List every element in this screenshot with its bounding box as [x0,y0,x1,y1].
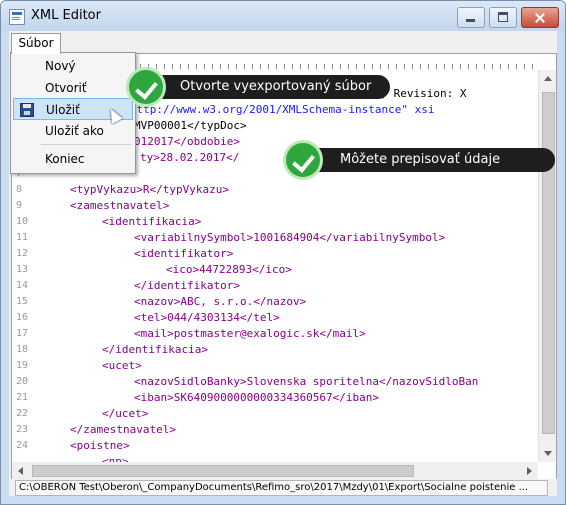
maximize-button[interactable] [489,7,517,28]
callout-open-file: Otvorte vyexportovaný súbor [150,75,390,99]
scroll-left-arrow-icon[interactable] [12,462,29,479]
code-text: <identifikator> [134,247,234,260]
code-text: <variabilnySymbol>1001684904</variabilny… [134,231,446,244]
minimize-button[interactable] [457,7,485,28]
code-text: <ico>44722893</ico> [166,263,292,276]
code-text: i="http://www.w3.org/2001/XMLSchema-inst… [110,103,435,116]
code-text: </identifikator> [134,279,240,292]
code-text: <nazovSidloBanky>Slovenska sporitelna</n… [134,375,479,388]
code-text: 012017</obdobie> [134,135,240,148]
code-text: </ucet> [102,407,149,420]
callout-text: Môžete prepisovať údaje [340,152,501,167]
code-line: 16 <mail>postmaster@exalogic.sk</mail> [12,294,366,340]
window-title: XML Editor [31,8,101,23]
status-file-path: C:\OBERON Test\Oberon\_CompanyDocuments\… [15,480,548,496]
code-line: 9 <identifikacia> [12,182,201,228]
callout-edit-data: Môžete prepisovať údaje [300,148,555,172]
menu-item-label: Otvoriť [45,81,87,95]
menu-item-label: Uložiť ako [45,124,104,138]
title-bar: XML Editor [1,1,565,31]
menu-item-label: Koniec [45,152,85,166]
menu-item-label: Nový [45,59,76,73]
code-line: 23 <poistne> [12,406,130,452]
callout-text: Otvorte vyexportovaný súbor [180,79,372,94]
code-text: <poistne> [70,439,130,452]
close-button[interactable] [521,7,559,28]
scroll-right-arrow-icon[interactable] [521,462,538,479]
code-text: <typVykazu>R</typVykazu> [70,183,229,196]
save-icon [20,103,34,117]
menu-subor[interactable]: Súbor [11,33,61,54]
code-text: </zamestnavatel> [70,423,176,436]
code-text: </identifikacia> [102,343,208,356]
menu-item-novy[interactable]: Nový [13,55,133,77]
menu-item-ulozit-ako[interactable]: Uložiť ako [13,120,133,142]
code-text: <identifikacia> [102,215,202,228]
code-text: <ucet> [102,359,142,372]
horizontal-scroll-thumb[interactable] [32,465,414,477]
code-text: <iban>SK6409000000000334360567</iban> [134,391,380,404]
menu-bar: Súbor [9,31,557,54]
menu-separator [41,144,131,145]
line-number: 24 [16,440,29,451]
code-line: 17 </identifikacia> [12,310,208,356]
horizontal-scrollbar[interactable] [12,462,538,479]
code-line: 10 <variabilnySymbol>1001684904</variabi… [12,198,445,244]
code-line: 13 </identifikator> [12,246,240,292]
code-text: <zamestnavatel> [70,199,170,212]
status-bar: C:\OBERON Test\Oberon\_CompanyDocuments\… [9,479,557,496]
code-line: 22 </zamestnavatel> [12,390,176,436]
code-line: 11 <identifikator> [12,214,233,260]
code-line: 20 <iban>SK6409000000000334360567</iban> [12,358,379,404]
code-line: 21 </ucet> [12,374,148,420]
menu-item-otvorit[interactable]: Otvoriť [13,77,133,99]
code-text: ty>28.02.2017</ [140,151,240,164]
code-text: MVP00001</typDoc> [134,119,247,132]
code-line: 18 <ucet> [12,326,142,372]
code-text: <nazov>ABC, s.r.o.</nazov> [134,295,307,308]
code-line: 15 <tel>044/4303134</tel> [12,278,280,324]
scroll-down-arrow-icon[interactable] [539,445,556,462]
checkmark-icon [126,67,166,107]
app-icon [9,9,25,25]
checkmark-icon [283,140,323,180]
code-line: 12 <ico>44722893</ico> [12,230,292,276]
vertical-scroll-thumb[interactable] [542,92,555,434]
code-text: <tel>044/4303134</tel> [134,311,280,324]
code-line: 19 <nazovSidloBanky>Slovenska sporitelna… [12,342,478,388]
menu-item-label: Uložiť [46,103,80,117]
scroll-up-arrow-icon[interactable] [539,70,556,87]
code-text: <mail>postmaster@exalogic.sk</mail> [134,327,366,340]
menu-item-koniec[interactable]: Koniec [13,148,133,170]
vertical-scrollbar[interactable] [538,70,556,462]
code-line: 14 <nazov>ABC, s.r.o.</nazov> [12,262,306,308]
code-line: 24 <np> [12,422,129,468]
